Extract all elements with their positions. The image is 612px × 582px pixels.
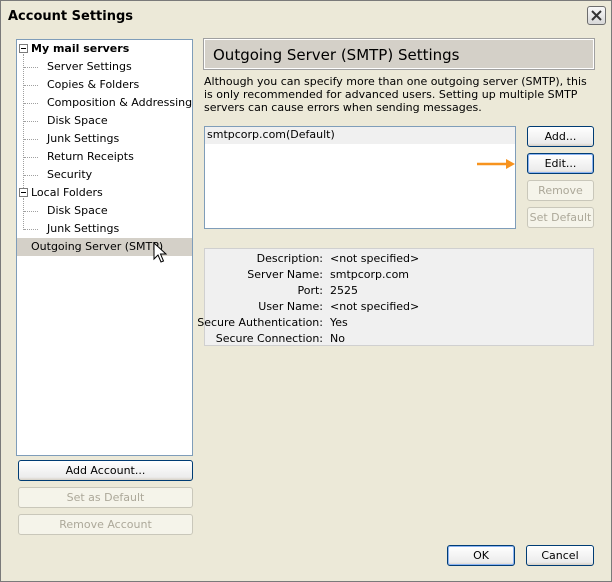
tree-connector bbox=[24, 139, 38, 140]
server-details: Description: <not specified> Server Name… bbox=[197, 248, 595, 347]
detail-label: Server Name: bbox=[247, 268, 323, 281]
tree-item-label: Junk Settings bbox=[47, 132, 120, 145]
add-account-button[interactable]: Add Account... bbox=[18, 460, 193, 481]
tree-connector bbox=[24, 121, 38, 122]
tree-item-label: Local Folders bbox=[31, 186, 103, 199]
detail-row: Description: <not specified> bbox=[205, 251, 595, 267]
detail-row: Port: 2525 bbox=[205, 283, 595, 299]
arrow-right-icon bbox=[477, 159, 515, 169]
tree-connector bbox=[24, 157, 38, 158]
account-settings-window: Account Settings My mail servers Server … bbox=[0, 0, 612, 582]
remove-server-button[interactable]: Remove bbox=[527, 180, 594, 201]
detail-value: smtpcorp.com bbox=[330, 268, 410, 281]
tree-item-outgoing-server[interactable]: Outgoing Server (SMTP) bbox=[17, 238, 192, 263]
close-button[interactable] bbox=[587, 6, 606, 25]
list-item[interactable]: smtpcorp.com(Default) bbox=[205, 127, 515, 144]
detail-row: Secure Authentication: Yes bbox=[197, 315, 595, 331]
close-icon bbox=[591, 10, 602, 21]
remove-account-button[interactable]: Remove Account bbox=[18, 514, 193, 535]
detail-label: Description: bbox=[256, 252, 323, 265]
account-tree[interactable]: My mail servers Server Settings Copies &… bbox=[16, 39, 193, 456]
edit-server-button[interactable]: Edit... bbox=[527, 153, 594, 174]
window-title: Account Settings bbox=[8, 9, 134, 24]
detail-row: Secure Connection: No bbox=[205, 331, 595, 347]
tree-connector bbox=[24, 229, 38, 230]
tree-connector bbox=[24, 175, 38, 176]
tree-item-label: Copies & Folders bbox=[47, 78, 140, 91]
collapse-icon[interactable] bbox=[19, 44, 28, 53]
detail-value: 2525 bbox=[330, 284, 358, 297]
set-as-default-button[interactable]: Set as Default bbox=[18, 487, 193, 508]
tree-connector bbox=[23, 198, 24, 230]
detail-value: <not specified> bbox=[330, 252, 420, 265]
tree-item-label: Outgoing Server (SMTP) bbox=[31, 240, 164, 253]
detail-label: User Name: bbox=[258, 300, 323, 313]
detail-row: Server Name: smtpcorp.com bbox=[205, 267, 595, 283]
detail-label: Secure Connection: bbox=[215, 332, 323, 345]
tree-item-label: Server Settings bbox=[47, 60, 132, 73]
cancel-button[interactable]: Cancel bbox=[526, 545, 594, 566]
mouse-pointer-icon bbox=[153, 242, 167, 263]
panel-header: Outgoing Server (SMTP) Settings bbox=[203, 38, 595, 70]
add-server-button[interactable]: Add... bbox=[527, 126, 594, 147]
tree-item-label: Disk Space bbox=[47, 204, 108, 217]
detail-label: Port: bbox=[297, 284, 323, 297]
tree-item-label: Return Receipts bbox=[47, 150, 134, 163]
tree-connector bbox=[24, 211, 38, 212]
tree-connector bbox=[24, 103, 38, 104]
tree-connector bbox=[24, 67, 38, 68]
panel-description: Although you can specify more than one o… bbox=[204, 75, 587, 114]
page-title: Outgoing Server (SMTP) Settings bbox=[213, 46, 460, 64]
tree-connector bbox=[23, 54, 24, 194]
tree-item-label: Security bbox=[47, 168, 93, 181]
tree-item-label: Junk Settings bbox=[47, 222, 120, 235]
collapse-icon[interactable] bbox=[19, 188, 28, 197]
detail-value: Yes bbox=[330, 316, 348, 329]
detail-label: Secure Authentication: bbox=[197, 316, 323, 329]
title-bar[interactable]: Account Settings bbox=[1, 1, 611, 31]
ok-button[interactable]: OK bbox=[447, 545, 515, 566]
set-default-server-button[interactable]: Set Default bbox=[527, 207, 594, 228]
tree-item-label: My mail servers bbox=[31, 42, 130, 55]
tree-item-label: Composition & Addressing bbox=[47, 96, 193, 109]
detail-row: User Name: <not specified> bbox=[205, 299, 595, 315]
smtp-server-list[interactable]: smtpcorp.com(Default) bbox=[204, 126, 516, 229]
detail-value: <not specified> bbox=[330, 300, 420, 313]
tree-item-label: Disk Space bbox=[47, 114, 108, 127]
tree-connector bbox=[24, 85, 38, 86]
detail-value: No bbox=[330, 332, 345, 345]
